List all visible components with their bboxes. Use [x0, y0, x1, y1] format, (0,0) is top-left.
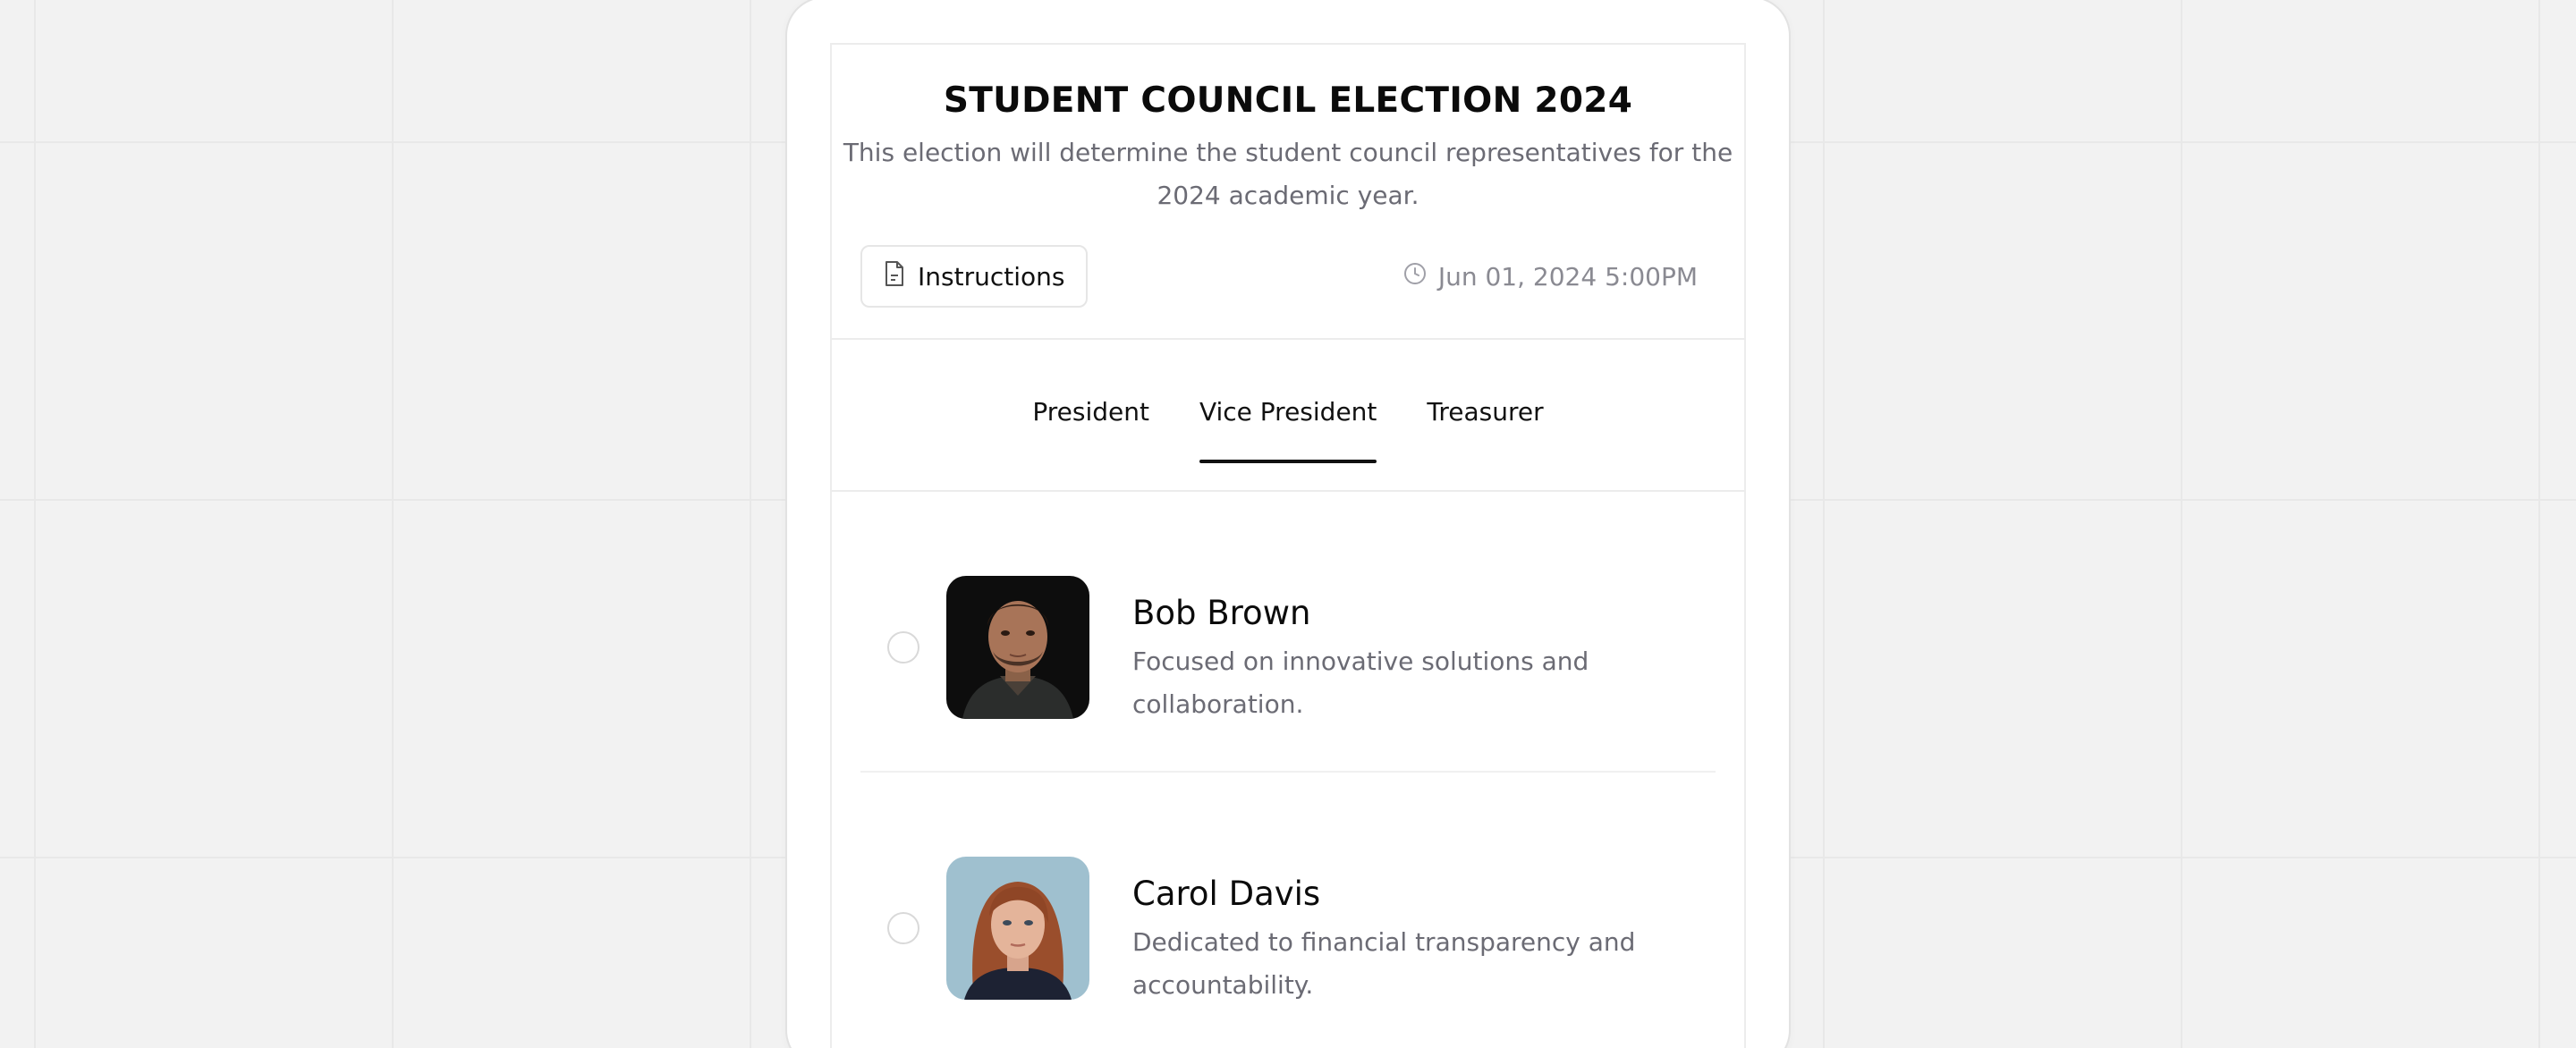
candidate-card[interactable]: Bob Brown Focused on innovative solution… — [832, 492, 1744, 773]
candidate-name: Carol Davis — [1132, 875, 1321, 913]
candidate-list: Bob Brown Focused on innovative solution… — [832, 492, 1744, 1048]
tab-vice-president[interactable]: Vice President — [1199, 397, 1377, 463]
candidate-name: Bob Brown — [1132, 594, 1311, 632]
election-title: STUDENT COUNCIL ELECTION 2024 — [943, 80, 1633, 121]
candidate-photo — [946, 857, 1089, 1000]
candidate-bio: Dedicated to financial transparency and … — [1132, 927, 1636, 1000]
candidate-bio: Focused on innovative solutions and coll… — [1132, 647, 1589, 719]
candidate-info: Carol Davis Dedicated to financial trans… — [1132, 873, 1687, 1007]
tab-president[interactable]: President — [1032, 397, 1149, 463]
candidate-card[interactable]: Carol Davis Dedicated to financial trans… — [832, 773, 1744, 1048]
position-tabs: President Vice President Treasurer — [832, 340, 1744, 492]
election-deadline: Jun 01, 2024 5:00PM — [1402, 261, 1698, 292]
instructions-label: Instructions — [918, 261, 1065, 292]
deadline-text: Jun 01, 2024 5:00PM — [1437, 261, 1698, 292]
ballot-panel: STUDENT COUNCIL ELECTION 2024 This elect… — [830, 43, 1746, 1048]
candidate-info: Bob Brown Focused on innovative solution… — [1132, 592, 1687, 726]
instructions-button[interactable]: Instructions — [860, 245, 1089, 308]
election-description: This election will determine the student… — [843, 138, 1733, 210]
election-header: STUDENT COUNCIL ELECTION 2024 This elect… — [832, 45, 1744, 340]
candidate-photo — [946, 576, 1089, 719]
candidate-radio[interactable] — [887, 912, 919, 944]
tab-treasurer[interactable]: Treasurer — [1427, 397, 1543, 463]
candidate-radio[interactable] — [887, 631, 919, 663]
clock-icon — [1402, 261, 1428, 292]
election-meta: Instructions Jun 01, 2024 5:00PM — [860, 245, 1698, 308]
document-icon — [884, 260, 905, 293]
